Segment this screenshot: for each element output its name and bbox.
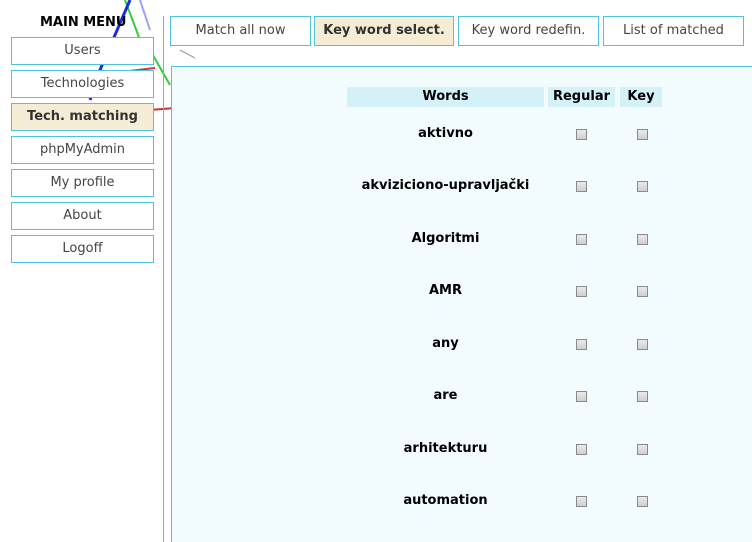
key-checkbox[interactable] [637, 444, 648, 455]
regular-checkbox[interactable] [576, 339, 587, 350]
row-word: aktivno [418, 126, 473, 141]
menu-item-technologies[interactable]: Technologies [11, 70, 154, 98]
key-checkbox[interactable] [637, 496, 648, 507]
regular-checkbox[interactable] [576, 129, 587, 140]
tab-match-all-now[interactable]: Match all now [170, 16, 311, 46]
key-checkbox[interactable] [637, 391, 648, 402]
key-checkbox[interactable] [637, 339, 648, 350]
row-word: arhitekturu [403, 441, 488, 456]
menu-item-tech-matching[interactable]: Tech. matching [11, 103, 154, 131]
regular-checkbox[interactable] [576, 234, 587, 245]
key-checkbox[interactable] [637, 181, 648, 192]
regular-checkbox[interactable] [576, 286, 587, 297]
main-menu-title: MAIN MENU [40, 15, 127, 30]
row-word: automation [403, 493, 488, 508]
tab-key-word-select[interactable]: Key word select. [314, 16, 454, 46]
regular-checkbox[interactable] [576, 391, 587, 402]
main-menu: Users Technologies Tech. matching phpMyA… [11, 37, 154, 268]
header-words: Words [347, 87, 544, 107]
menu-item-about[interactable]: About [11, 202, 154, 230]
row-word: are [433, 388, 458, 403]
regular-checkbox[interactable] [576, 181, 587, 192]
regular-checkbox[interactable] [576, 496, 587, 507]
key-checkbox[interactable] [637, 234, 648, 245]
content-divider [163, 16, 164, 542]
tab-key-word-redefin[interactable]: Key word redefin. [458, 16, 599, 46]
menu-item-logoff[interactable]: Logoff [11, 235, 154, 263]
menu-item-users[interactable]: Users [11, 37, 154, 65]
row-word: akviziciono-upravljački [361, 178, 530, 193]
row-word: any [432, 336, 459, 351]
tab-list-of-matched[interactable]: List of matched [603, 16, 744, 46]
menu-item-my-profile[interactable]: My profile [11, 169, 154, 197]
header-regular: Regular [548, 87, 615, 107]
regular-checkbox[interactable] [576, 444, 587, 455]
key-checkbox[interactable] [637, 129, 648, 140]
row-word: AMR [428, 283, 462, 298]
app-root: MAIN MENU Users Technologies Tech. match… [0, 0, 752, 542]
header-key: Key [620, 87, 662, 107]
menu-item-phpmyadmin[interactable]: phpMyAdmin [11, 136, 154, 164]
key-checkbox[interactable] [637, 286, 648, 297]
row-word: Algoritmi [411, 231, 480, 246]
